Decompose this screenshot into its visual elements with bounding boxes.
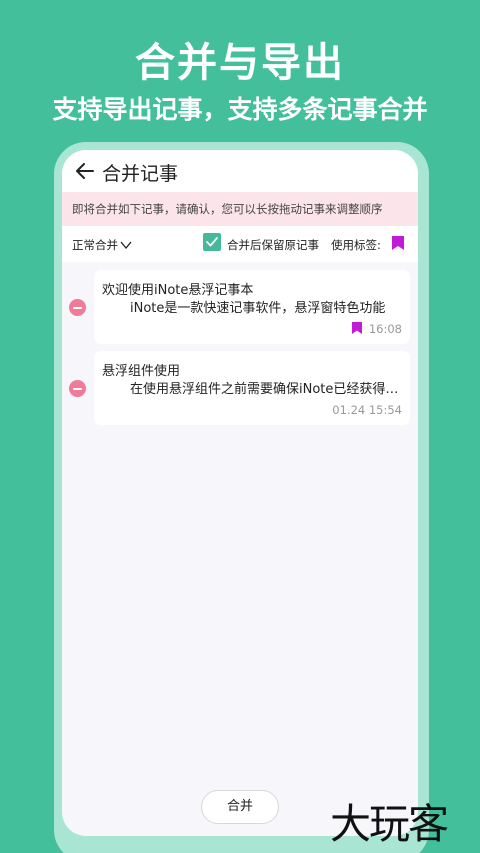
app-header: 合并记事 bbox=[62, 150, 418, 192]
app-screen: 合并记事 即将合并如下记事，请确认，您可以长按拖动记事来调整顺序 正常合并 合并… bbox=[62, 150, 418, 836]
note-card[interactable]: 悬浮组件使用 在使用悬浮组件之前需要确保iNote已经获得悬浮窗权限 01.24… bbox=[94, 351, 410, 425]
merge-button[interactable]: 合并 bbox=[201, 790, 279, 824]
keep-original-checkbox[interactable] bbox=[203, 233, 221, 251]
list-item: 欢迎使用iNote悬浮记事本 iNote是一款快速记事软件，悬浮窗特色功能 16… bbox=[62, 270, 418, 344]
remove-circle-icon[interactable] bbox=[69, 299, 86, 316]
watermark: 大玩客 bbox=[330, 800, 449, 848]
remove-circle-icon[interactable] bbox=[69, 380, 86, 397]
note-body: iNote是一款快速记事软件，悬浮窗特色功能 bbox=[130, 301, 386, 316]
note-time: 01.24 15:54 bbox=[332, 403, 402, 417]
merge-options-bar: 正常合并 合并后保留原记事 使用标签: bbox=[62, 226, 418, 262]
merge-notice: 即将合并如下记事，请确认，您可以长按拖动记事来调整顺序 bbox=[62, 192, 418, 226]
page-title: 合并记事 bbox=[102, 163, 179, 185]
tag-label: 使用标签: bbox=[331, 238, 381, 252]
checkmark-icon bbox=[206, 237, 218, 247]
arrow-left-icon[interactable] bbox=[74, 160, 96, 182]
keep-original-label: 合并后保留原记事 bbox=[227, 238, 319, 252]
chevron-down-icon bbox=[120, 241, 132, 250]
bookmark-icon[interactable] bbox=[391, 235, 405, 251]
list-item: 悬浮组件使用 在使用悬浮组件之前需要确保iNote已经获得悬浮窗权限 01.24… bbox=[62, 351, 418, 425]
merge-mode-select[interactable]: 正常合并 bbox=[72, 237, 132, 253]
note-body: 在使用悬浮组件之前需要确保iNote已经获得悬浮窗权限 bbox=[130, 382, 400, 397]
note-title: 悬浮组件使用 bbox=[102, 364, 181, 379]
promo-title: 合并与导出 bbox=[135, 40, 345, 86]
bookmark-icon bbox=[352, 322, 362, 334]
merge-mode-label: 正常合并 bbox=[72, 238, 118, 252]
note-time: 16:08 bbox=[368, 322, 402, 336]
promo-subtitle: 支持导出记事，支持多条记事合并 bbox=[52, 95, 428, 124]
note-title: 欢迎使用iNote悬浮记事本 bbox=[102, 283, 254, 298]
note-card[interactable]: 欢迎使用iNote悬浮记事本 iNote是一款快速记事软件，悬浮窗特色功能 16… bbox=[94, 270, 410, 344]
